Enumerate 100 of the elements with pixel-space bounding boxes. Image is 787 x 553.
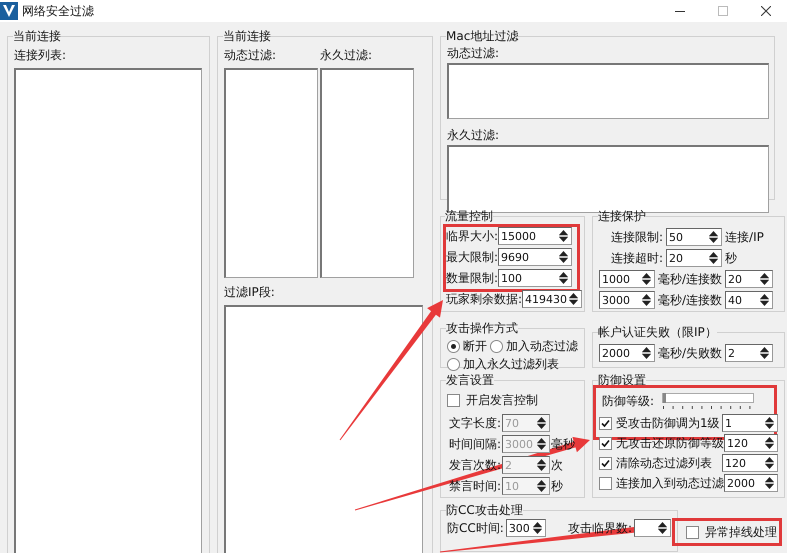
spin-box[interactable]: 419430 <box>522 290 582 308</box>
group-title: 防御设置 <box>598 372 646 389</box>
spin-box[interactable]: 1000 <box>599 270 655 288</box>
spin-arrows-icon <box>559 272 568 284</box>
group-title: 发言设置 <box>446 372 494 389</box>
spin-arrows-icon <box>760 294 770 306</box>
group-title: 当前连接 <box>13 28 61 45</box>
field-label: 时间间隔: <box>449 436 501 452</box>
spin-box[interactable]: 40 <box>725 291 774 309</box>
group-title: 当前连接 <box>223 28 271 45</box>
group-title: 帐户认证失败（限IP） <box>598 324 717 341</box>
checkbox[interactable] <box>686 526 699 538</box>
list-box[interactable] <box>224 68 318 278</box>
field-label: 受攻击防御调为1级 <box>616 414 721 432</box>
field-label: 文字长度: <box>449 414 501 432</box>
field-label: 临界大小: <box>446 228 498 244</box>
field-label: 清除动态过滤列表 <box>616 454 713 472</box>
slider-track[interactable] <box>662 393 754 403</box>
spin-button[interactable] <box>656 520 670 536</box>
spin-button[interactable] <box>763 455 777 471</box>
spin-box[interactable]: 120 <box>722 454 778 472</box>
spin-box[interactable]: 15000 <box>498 227 572 245</box>
radio-button[interactable] <box>490 340 503 353</box>
window-title: 网络安全过滤 <box>22 2 94 20</box>
spin-arrows-icon <box>559 251 568 263</box>
spin-arrows-icon <box>760 273 770 285</box>
spin-button[interactable] <box>535 478 549 494</box>
field-label: 过滤IP段: <box>224 284 276 301</box>
spin-button[interactable] <box>763 415 777 431</box>
checkbox[interactable] <box>599 436 612 450</box>
field-label: 连接列表: <box>14 47 68 64</box>
spin-button[interactable] <box>535 415 549 431</box>
spin-box[interactable]: 3000 <box>599 291 655 309</box>
spin-box[interactable]: 50 <box>666 228 722 246</box>
field-label: 毫秒/失败数 <box>658 344 722 362</box>
checkbox[interactable] <box>599 416 612 430</box>
field-label: 秒 <box>725 250 738 266</box>
spin-button[interactable] <box>640 345 654 361</box>
spin-button[interactable] <box>535 436 549 452</box>
spin-arrows-icon <box>642 294 651 306</box>
spin-button[interactable] <box>763 475 777 491</box>
field-label: 禁言时间: <box>449 478 501 494</box>
field-label: 异常掉线处理 <box>705 524 777 540</box>
spin-button[interactable] <box>640 292 654 308</box>
spin-box[interactable]: 300 <box>506 519 546 537</box>
spin-box[interactable]: 20 <box>725 270 774 288</box>
field-label: 防御等级: <box>602 393 654 410</box>
field-label: 发言次数: <box>449 456 501 474</box>
field-label: 加入动态过滤 <box>506 338 578 355</box>
field-label: 动态过滤: <box>447 45 500 62</box>
spin-box[interactable]: 2000 <box>599 344 655 362</box>
checkbox[interactable] <box>599 456 612 470</box>
spin-button[interactable] <box>557 249 571 265</box>
spin-button[interactable] <box>557 228 571 244</box>
maximize-icon <box>718 6 728 16</box>
spin-arrows-icon <box>537 480 546 492</box>
spin-box[interactable] <box>634 519 671 537</box>
spin-box[interactable]: 2 <box>725 344 774 362</box>
spin-arrows-icon <box>642 347 651 359</box>
spin-box[interactable]: 120 <box>724 434 778 452</box>
group-title: 连接保护 <box>598 208 646 225</box>
field-label: 开启发言控制 <box>466 392 538 409</box>
spin-button[interactable] <box>557 270 571 286</box>
slider-thumb[interactable] <box>663 393 666 403</box>
spin-box[interactable]: 20 <box>666 249 722 267</box>
field-label: 永久过滤: <box>447 127 500 144</box>
list-box[interactable] <box>224 305 423 553</box>
spin-box[interactable]: 100 <box>498 269 572 287</box>
spin-arrows-icon <box>760 347 770 359</box>
field-label: 最大限制: <box>446 248 498 266</box>
spin-arrows-icon <box>537 438 546 450</box>
close-icon <box>760 6 770 16</box>
spin-button[interactable] <box>535 457 549 473</box>
group-title: Mac地址过滤 <box>446 28 518 45</box>
spin-arrows-icon <box>559 230 568 242</box>
field-label: 加入永久过滤列表 <box>463 356 559 373</box>
list-box[interactable] <box>320 68 414 278</box>
spin-button[interactable] <box>763 435 777 451</box>
field-label: 连接/IP <box>725 228 764 246</box>
group-title: 攻击操作方式 <box>446 320 518 337</box>
radio-button[interactable] <box>447 358 460 371</box>
spin-box[interactable]: 1 <box>722 414 778 432</box>
spin-button[interactable] <box>640 271 654 287</box>
field-label: 无攻击还原防御等级 <box>616 434 724 452</box>
checkbox[interactable] <box>599 476 612 490</box>
spin-arrows-icon <box>765 417 774 429</box>
checkbox[interactable] <box>447 394 460 407</box>
spin-box[interactable]: 2000 <box>724 474 778 492</box>
radio-button[interactable] <box>447 340 460 353</box>
spin-arrows-icon <box>765 437 774 449</box>
spin-arrows-icon <box>709 252 718 264</box>
spin-arrows-icon <box>658 522 667 534</box>
field-label: 断开 <box>463 338 487 355</box>
spin-arrows-icon <box>709 231 718 243</box>
spin-arrows-icon <box>765 477 774 489</box>
spin-arrows-icon <box>765 457 774 469</box>
spin-arrows-icon <box>537 459 546 471</box>
list-box[interactable] <box>447 63 769 119</box>
field-label: 连接加入到动态过滤 <box>616 474 724 492</box>
spin-box[interactable]: 9690 <box>498 248 572 266</box>
